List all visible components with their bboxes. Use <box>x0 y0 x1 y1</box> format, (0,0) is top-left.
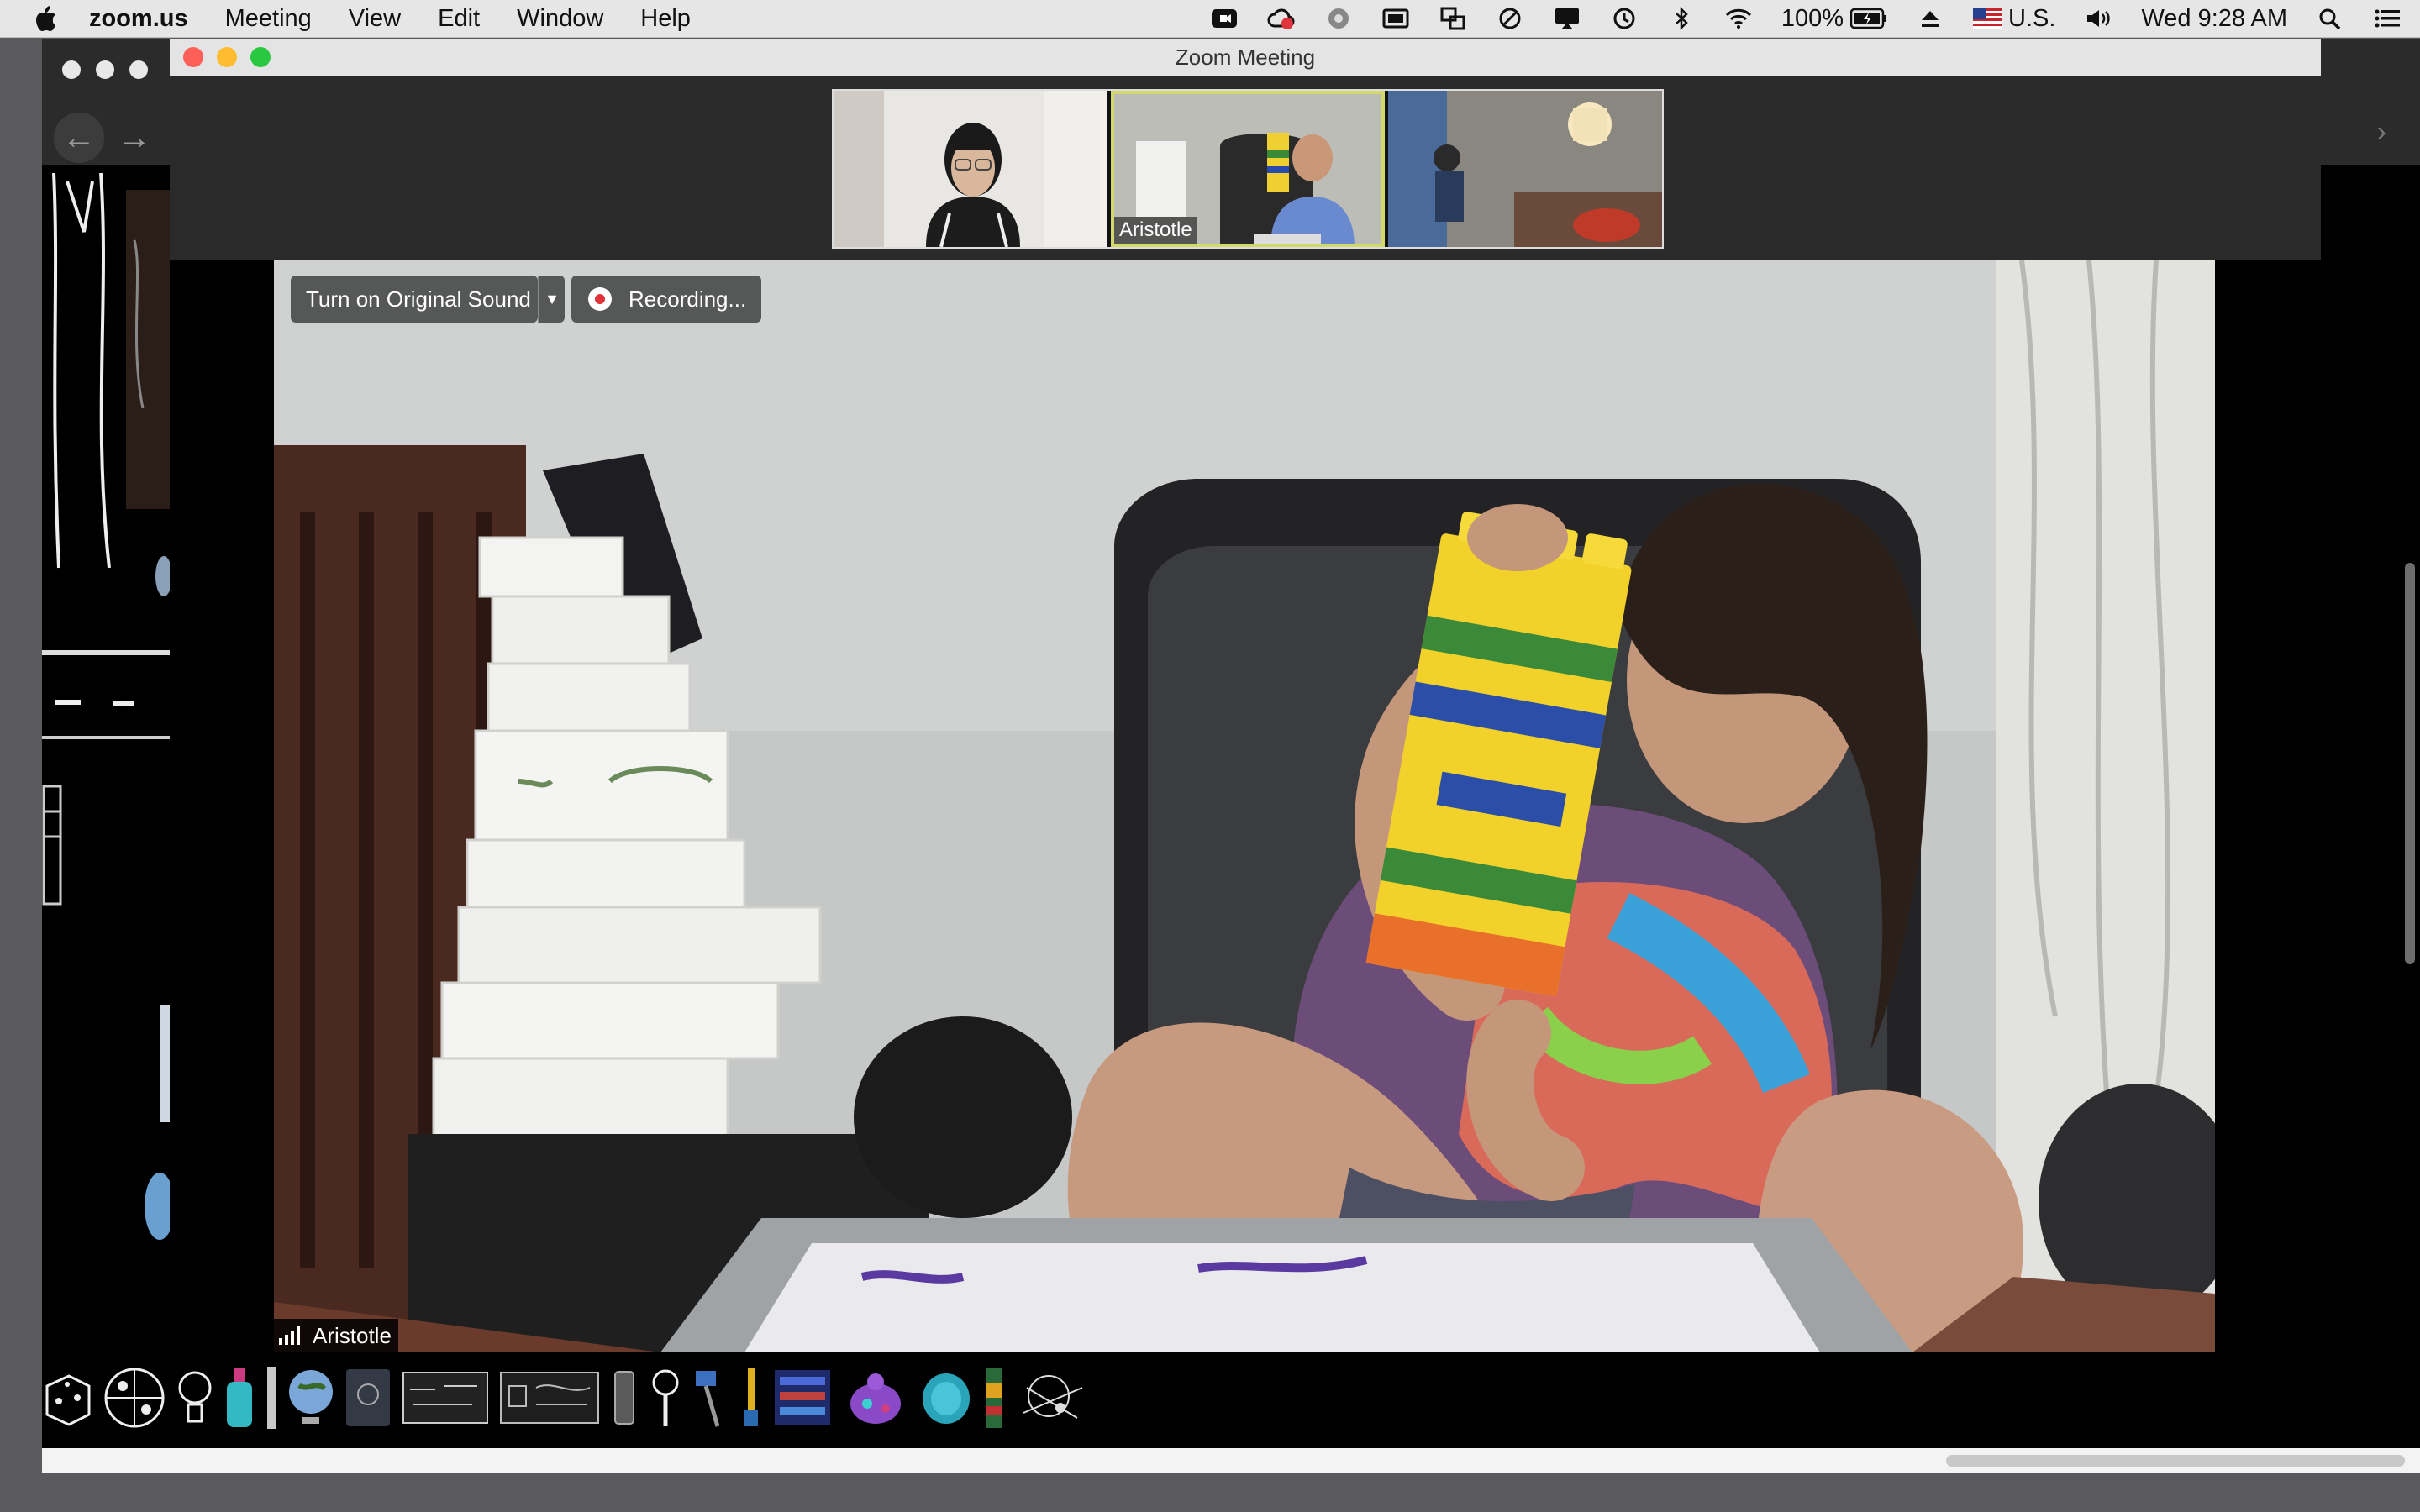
bottle-icon[interactable] <box>224 1367 255 1429</box>
screen-icon[interactable] <box>1381 6 1410 31</box>
volume-icon[interactable] <box>2084 6 2112 31</box>
record-icon[interactable] <box>1324 6 1353 31</box>
participant-thumbnail-active[interactable]: Aristotle <box>1111 91 1385 247</box>
battery-icon[interactable] <box>1850 8 1887 29</box>
menu-window[interactable]: Window <box>517 5 603 33</box>
menu-help[interactable]: Help <box>640 5 691 33</box>
participant-thumbnail[interactable] <box>1388 91 1662 247</box>
color-chart-icon[interactable] <box>773 1368 832 1427</box>
planet-icon[interactable] <box>919 1368 973 1427</box>
creature-icon[interactable] <box>842 1367 909 1429</box>
notification-center-icon[interactable] <box>2373 6 2402 31</box>
zoom-camera-icon[interactable] <box>1210 6 1239 31</box>
wire-robot-icon[interactable] <box>1015 1371 1086 1425</box>
airplay-icon[interactable] <box>1553 6 1581 31</box>
brush-icon[interactable] <box>739 1368 763 1428</box>
battery-percent[interactable]: 100% <box>1781 5 1844 33</box>
tube-icon[interactable] <box>983 1366 1005 1430</box>
active-speaker-label: Aristotle <box>274 1319 398 1352</box>
participant-thumbnail[interactable] <box>834 91 1107 247</box>
magnifier-icon[interactable] <box>649 1368 682 1428</box>
globe-icon[interactable] <box>287 1367 334 1429</box>
lightbulb-icon[interactable] <box>176 1368 213 1428</box>
apple-menu-icon[interactable] <box>34 5 59 32</box>
time-machine-icon[interactable] <box>1610 6 1639 31</box>
eject-icon[interactable] <box>1916 6 1944 31</box>
background-artwork <box>42 165 170 1341</box>
original-sound-dropdown[interactable]: ▼ <box>538 276 565 323</box>
dice-icon[interactable] <box>42 1368 92 1428</box>
creative-cloud-icon[interactable] <box>1267 6 1296 31</box>
wifi-icon[interactable] <box>1724 6 1753 31</box>
participant-video <box>834 91 1107 247</box>
menu-meeting[interactable]: Meeting <box>225 5 312 33</box>
screens-icon[interactable] <box>1439 6 1467 31</box>
do-not-disturb-icon[interactable] <box>1496 6 1524 31</box>
spotlight-icon[interactable] <box>2316 6 2344 31</box>
menu-view[interactable]: View <box>349 5 401 33</box>
horizontal-scrollbar[interactable] <box>42 1448 2420 1473</box>
participant-strip: Aristotle <box>170 76 2321 260</box>
record-dot-icon <box>588 287 612 311</box>
recording-label: Recording... <box>629 286 747 312</box>
stamp-icon[interactable] <box>692 1368 729 1428</box>
menu-bar: zoom.us Meeting View Edit Window Help 10… <box>0 0 2420 38</box>
main-video-feed <box>274 260 2215 1352</box>
color-wheel-icon[interactable] <box>103 1366 166 1430</box>
minimize-button[interactable] <box>217 47 237 67</box>
vertical-scrollbar[interactable] <box>2398 165 2420 1448</box>
participant-video <box>1388 91 1662 247</box>
clock[interactable]: Wed 9:28 AM <box>2141 5 2287 33</box>
thumbnail-row: Aristotle <box>832 89 1664 249</box>
browser-window-controls[interactable] <box>62 60 163 79</box>
original-sound-label: Turn on Original Sound <box>306 286 531 312</box>
caret-down-icon: ▼ <box>544 290 560 307</box>
bluetooth-icon[interactable] <box>1667 6 1696 31</box>
chalk-note-icon[interactable] <box>402 1371 489 1425</box>
zoom-titlebar: Zoom Meeting <box>170 39 2321 76</box>
chevron-right-icon[interactable]: › <box>2377 116 2386 149</box>
participant-name: Aristotle <box>1114 217 1197 244</box>
sticker-tray <box>42 1356 1096 1440</box>
marker-icon[interactable] <box>266 1367 277 1429</box>
back-arrow-icon[interactable]: ← <box>54 113 104 163</box>
fullscreen-button[interactable] <box>250 47 271 67</box>
passport-icon[interactable] <box>345 1368 392 1428</box>
original-sound-button[interactable]: Turn on Original Sound <box>291 276 538 323</box>
input-source-label[interactable]: U.S. <box>2008 5 2055 33</box>
signal-bars-icon <box>279 1326 302 1345</box>
menu-edit[interactable]: Edit <box>438 5 480 33</box>
active-speaker-name: Aristotle <box>313 1322 392 1348</box>
bottle-small-icon[interactable] <box>610 1368 639 1427</box>
app-menu[interactable]: zoom.us <box>89 5 188 33</box>
us-flag-icon[interactable] <box>1973 8 2002 29</box>
forward-arrow-icon[interactable]: → <box>109 113 160 163</box>
close-button[interactable] <box>183 47 203 67</box>
recording-indicator[interactable]: Recording... <box>571 276 761 323</box>
window-title: Zoom Meeting <box>1175 44 1316 70</box>
window-controls <box>183 47 284 67</box>
chalkboard-sketch-icon[interactable] <box>499 1371 600 1425</box>
